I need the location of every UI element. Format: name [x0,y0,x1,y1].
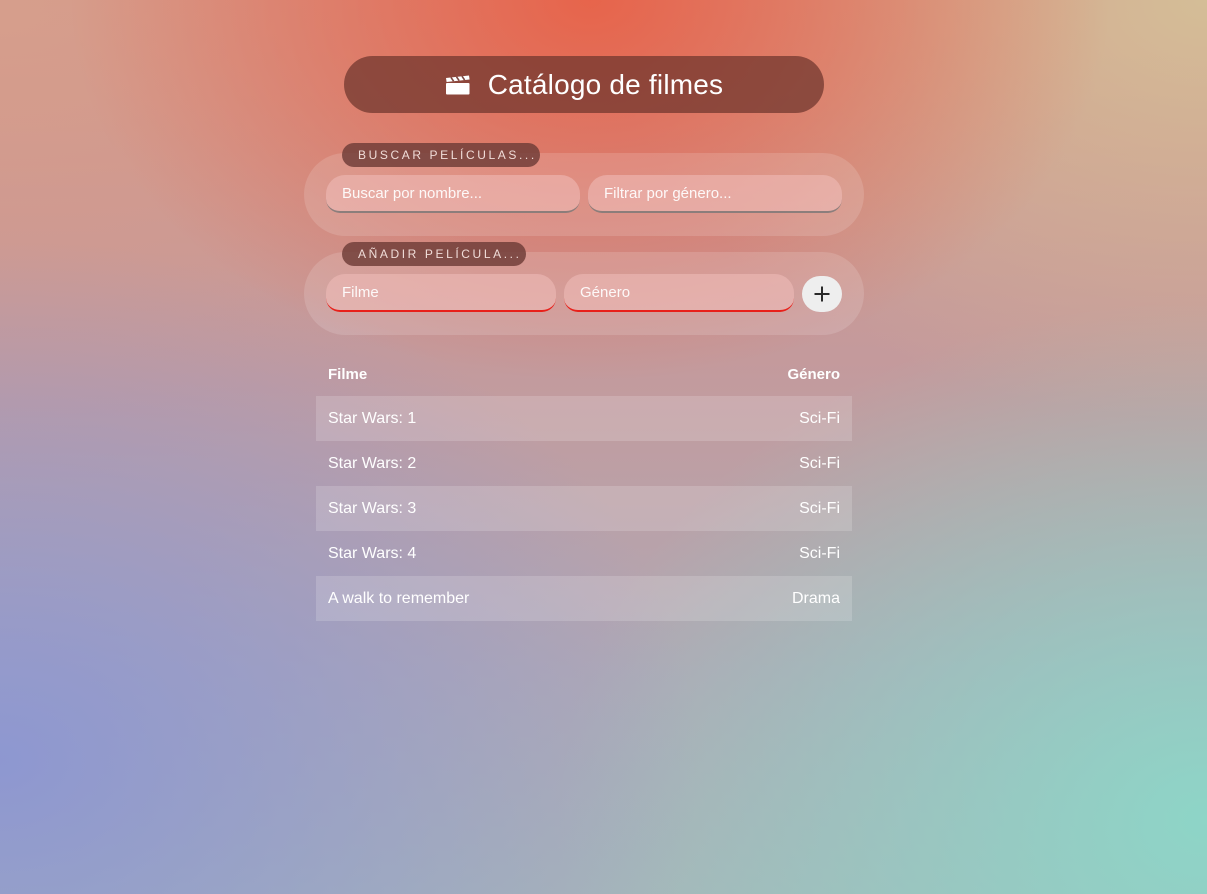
film-name-input[interactable] [342,283,540,301]
page-title-banner: Catálogo de filmes [344,56,824,113]
film-genre-input[interactable] [580,283,778,301]
column-header-genre[interactable]: Género [787,366,840,383]
table-row[interactable]: Star Wars: 3 Sci-Fi [316,486,852,531]
film-name-field[interactable] [326,274,556,312]
film-cell: Star Wars: 4 [328,544,417,562]
filter-genre-field[interactable] [588,175,842,213]
table-row[interactable]: Star Wars: 1 Sci-Fi [316,396,852,441]
film-cell: A walk to remember [328,589,470,607]
search-name-field[interactable] [326,175,580,213]
table-row[interactable]: Star Wars: 4 Sci-Fi [316,531,852,576]
table-row[interactable]: Star Wars: 2 Sci-Fi [316,441,852,486]
page-title: Catálogo de filmes [487,68,724,100]
film-genre-field[interactable] [564,274,794,312]
genre-cell: Sci-Fi [799,544,840,562]
genre-cell: Sci-Fi [799,409,840,427]
film-cell: Star Wars: 2 [328,454,417,472]
genre-cell: Sci-Fi [799,454,840,472]
table-header: Filme Género [316,352,852,396]
add-film-button[interactable] [802,276,842,312]
search-name-input[interactable] [342,184,564,202]
film-cell: Star Wars: 3 [328,499,417,517]
column-header-film[interactable]: Filme [328,366,367,383]
add-section-label: AÑADIR PELÍCULA... [342,242,526,266]
films-table: Filme Género Star Wars: 1 Sci-Fi Star Wa… [316,352,852,621]
filter-genre-input[interactable] [604,184,826,202]
search-section-label: BUSCAR PELÍCULAS... [342,143,540,167]
table-row[interactable]: A walk to remember Drama [316,576,852,621]
genre-cell: Sci-Fi [799,499,840,517]
genre-cell: Drama [791,589,840,607]
film-cell: Star Wars: 1 [328,409,417,427]
plus-icon [814,286,830,302]
clapperboard-icon [445,75,470,94]
